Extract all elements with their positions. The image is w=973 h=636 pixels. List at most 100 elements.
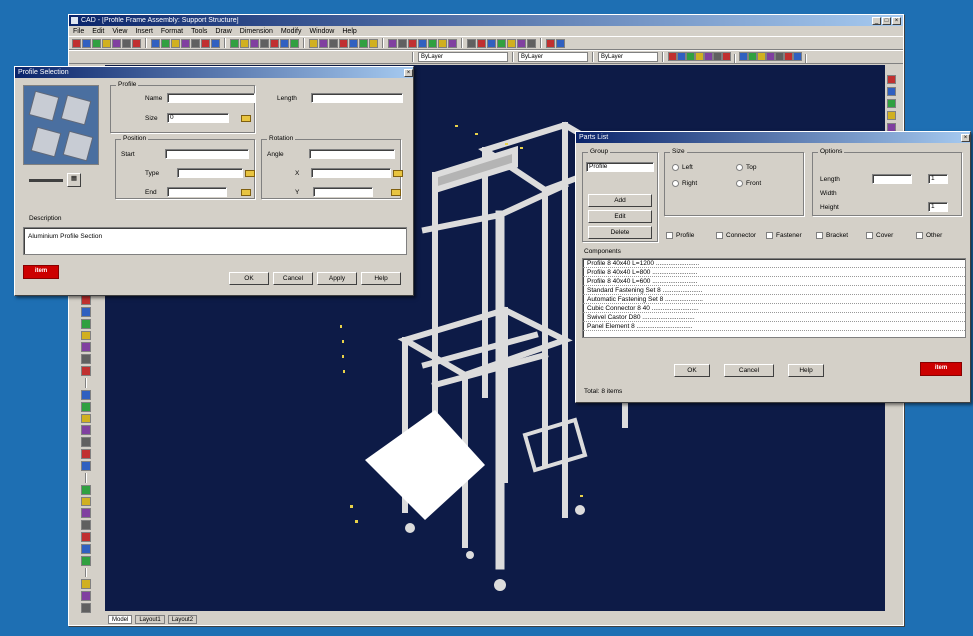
- standard-tool-icon[interactable]: [517, 38, 526, 48]
- standard-tool-icon[interactable]: [201, 38, 210, 48]
- draw-tool-icon[interactable]: [81, 401, 91, 412]
- standard-tool-icon[interactable]: [82, 38, 91, 48]
- help-button[interactable]: Help: [361, 272, 401, 285]
- category-combo[interactable]: Profile: [586, 162, 654, 172]
- filter-checkbox[interactable]: [716, 232, 723, 239]
- standard-tool-icon[interactable]: [487, 38, 496, 48]
- properties-tool-icon[interactable]: [739, 51, 748, 61]
- properties-tool-icon[interactable]: [784, 51, 793, 61]
- list-item[interactable]: Profile 8 40x40 L=600 ..................…: [583, 277, 965, 286]
- menu-item-window[interactable]: Window: [309, 28, 334, 35]
- list-item[interactable]: Automatic Fastening Set 8 ..............…: [583, 295, 965, 304]
- draw-tool-icon[interactable]: [81, 449, 91, 459]
- standard-tool-icon[interactable]: [398, 38, 407, 48]
- draw-tool-icon[interactable]: [81, 330, 91, 341]
- properties-tool-icon[interactable]: [704, 51, 713, 61]
- end-field[interactable]: [167, 187, 227, 197]
- draw-tool-icon[interactable]: [81, 532, 91, 542]
- list-item[interactable]: Cubic Connector 8 40 ...................…: [583, 304, 965, 313]
- draw-tool-icon[interactable]: [81, 543, 91, 554]
- type-field[interactable]: [177, 168, 243, 178]
- properties-tool-icon[interactable]: [713, 51, 722, 61]
- draw-tool-icon[interactable]: [81, 460, 91, 471]
- draw-tool-icon[interactable]: [81, 437, 91, 448]
- draw-tool-icon[interactable]: [81, 496, 91, 507]
- standard-tool-icon[interactable]: [171, 38, 180, 48]
- standard-tool-icon[interactable]: [388, 38, 397, 48]
- maximize-icon[interactable]: □: [882, 16, 891, 25]
- tab-model[interactable]: Model: [108, 614, 133, 624]
- standard-tool-icon[interactable]: [477, 38, 486, 48]
- menu-item-help[interactable]: Help: [342, 28, 356, 35]
- draw-tool-icon[interactable]: [81, 306, 91, 317]
- list-item[interactable]: Swivel Castor D80 ......................…: [583, 313, 965, 322]
- close-icon[interactable]: ×: [404, 68, 413, 77]
- name-field[interactable]: [167, 93, 255, 103]
- folder-icon[interactable]: [241, 115, 251, 122]
- standard-tool-icon[interactable]: [290, 38, 299, 48]
- close-icon[interactable]: ×: [961, 133, 970, 142]
- standard-tool-icon[interactable]: [211, 38, 220, 48]
- draw-tool-icon[interactable]: [81, 318, 91, 329]
- standard-tool-icon[interactable]: [181, 38, 190, 48]
- filter-checkbox[interactable]: [766, 232, 773, 239]
- standard-tool-icon[interactable]: [319, 38, 328, 48]
- standard-tool-icon[interactable]: [428, 38, 437, 48]
- draw-tool-icon[interactable]: [81, 389, 91, 400]
- draw-tool-icon[interactable]: [81, 425, 91, 436]
- delete-button[interactable]: Delete: [588, 226, 652, 239]
- list-item[interactable]: Profile 8 40x40 L=800 ..................…: [583, 268, 965, 277]
- radio-right[interactable]: [672, 180, 679, 187]
- draw-tool-icon[interactable]: [81, 484, 91, 495]
- properties-tool-icon[interactable]: [677, 51, 686, 61]
- start-field[interactable]: [165, 149, 249, 159]
- standard-tool-icon[interactable]: [132, 38, 141, 48]
- parts-ok-button[interactable]: OK: [674, 364, 710, 377]
- draw-tool-icon[interactable]: [81, 579, 91, 590]
- standard-tool-icon[interactable]: [270, 38, 279, 48]
- standard-tool-icon[interactable]: [260, 38, 269, 48]
- folder-icon[interactable]: [393, 170, 403, 177]
- menu-item-insert[interactable]: Insert: [135, 28, 153, 35]
- y-field[interactable]: [313, 187, 373, 197]
- standard-tool-icon[interactable]: [72, 38, 81, 48]
- modify-tool-icon[interactable]: [886, 111, 896, 120]
- menu-item-format[interactable]: Format: [161, 28, 183, 35]
- standard-tool-icon[interactable]: [151, 38, 160, 48]
- list-item[interactable]: Panel Element 8 ........................…: [583, 322, 965, 331]
- angle-field[interactable]: [309, 149, 395, 159]
- standard-tool-icon[interactable]: [102, 38, 111, 48]
- standard-tool-icon[interactable]: [408, 38, 417, 48]
- option-width-field[interactable]: 1: [928, 174, 948, 184]
- radio-left[interactable]: [672, 164, 679, 171]
- draw-tool-icon[interactable]: [81, 508, 91, 519]
- properties-tool-icon[interactable]: [695, 51, 704, 61]
- radio-front[interactable]: [736, 180, 743, 187]
- menu-item-tools[interactable]: Tools: [191, 28, 207, 35]
- standard-tool-icon[interactable]: [507, 38, 516, 48]
- standard-tool-icon[interactable]: [280, 38, 289, 48]
- modify-tool-icon[interactable]: [886, 87, 896, 96]
- profile-browse-button[interactable]: ▦: [67, 173, 81, 187]
- properties-tool-icon[interactable]: [766, 51, 775, 61]
- standard-tool-icon[interactable]: [359, 38, 368, 48]
- modify-tool-icon[interactable]: [886, 75, 896, 84]
- standard-tool-icon[interactable]: [112, 38, 121, 48]
- standard-tool-icon[interactable]: [546, 38, 555, 48]
- list-item[interactable]: Standard Fastening Set 8 ...............…: [583, 286, 965, 295]
- menu-item-view[interactable]: View: [112, 28, 127, 35]
- menu-item-modify[interactable]: Modify: [281, 28, 302, 35]
- standard-tool-icon[interactable]: [329, 38, 338, 48]
- draw-tool-icon[interactable]: [81, 603, 91, 614]
- properties-tool-icon[interactable]: [722, 51, 731, 61]
- standard-tool-icon[interactable]: [122, 38, 131, 48]
- properties-tool-icon[interactable]: [775, 51, 784, 61]
- filter-checkbox[interactable]: [916, 232, 923, 239]
- cancel-button[interactable]: Cancel: [273, 272, 313, 285]
- menu-item-file[interactable]: File: [73, 28, 84, 35]
- tab-layout2[interactable]: Layout2: [167, 614, 198, 624]
- option-height-field[interactable]: 1: [928, 202, 948, 212]
- filter-checkbox[interactable]: [866, 232, 873, 239]
- color-combo[interactable]: ByLayer: [518, 52, 588, 62]
- parts-help-button[interactable]: Help: [788, 364, 824, 377]
